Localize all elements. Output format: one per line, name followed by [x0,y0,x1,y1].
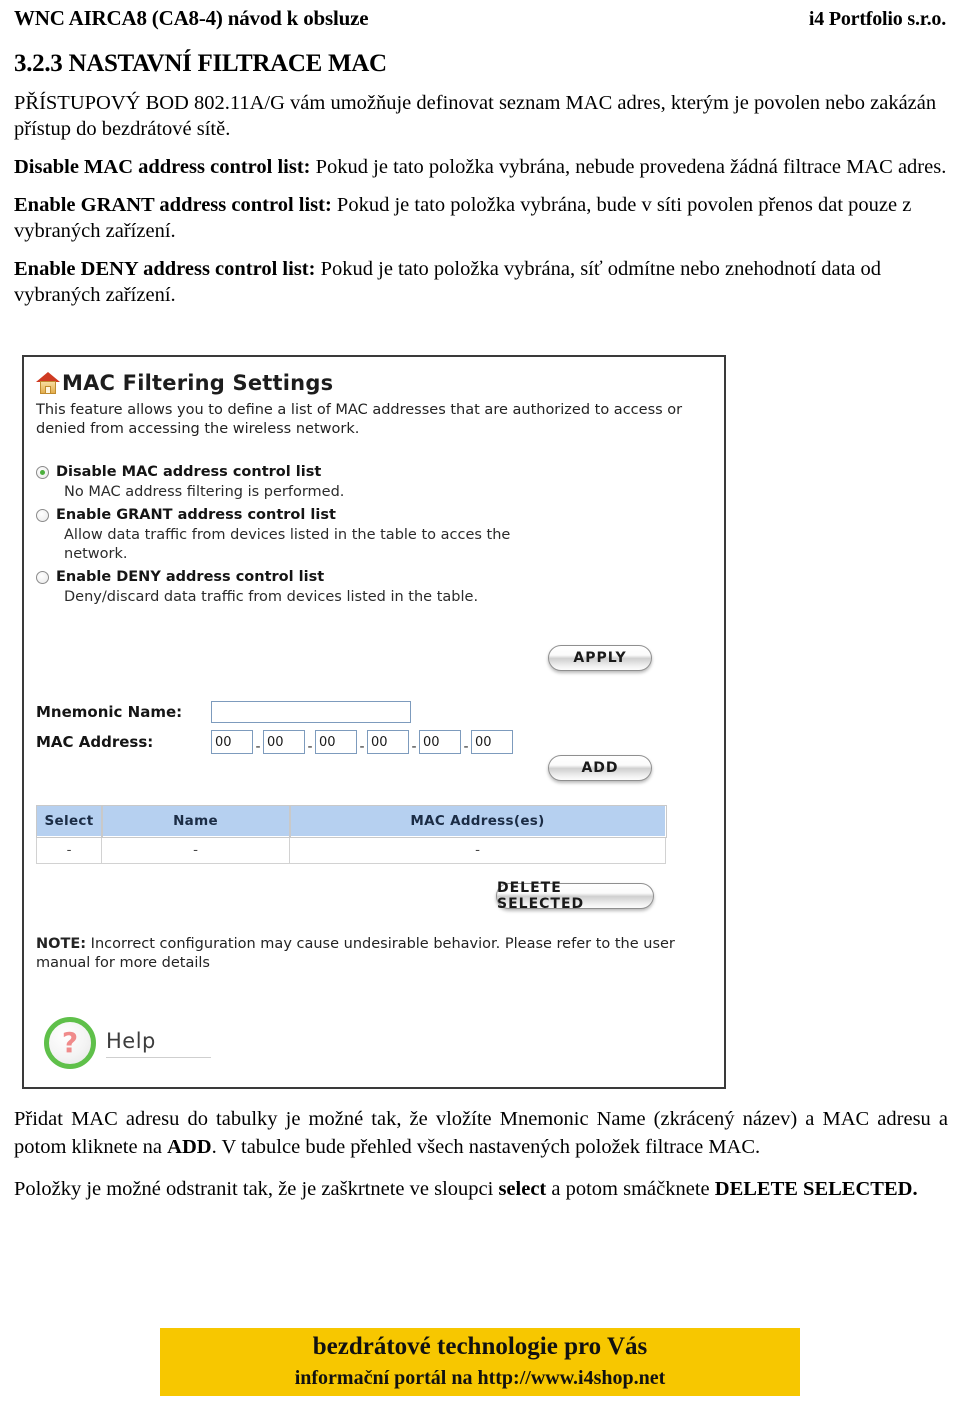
paragraph-deny: Enable DENY address control list: Pokud … [14,256,948,308]
radio-option-grant[interactable]: Enable GRANT address control list [36,506,556,525]
radio-option-deny[interactable]: Enable DENY address control list [36,568,556,587]
mac-separator-2: - [307,739,313,755]
paragraph-grant: Enable GRANT address control list: Pokud… [14,192,948,244]
intro-paragraph: PŘÍSTUPOVÝ BOD 802.11A/G vám umožňuje de… [14,92,937,140]
delete-selected-button[interactable]: DELETE SELECTED [496,880,654,912]
radio-deny-help: Deny/discard data traffic from devices l… [64,589,479,605]
help-label: Help [106,1029,211,1058]
closing-paragraph-1: Přidat MAC adresu do tabulky je možné ta… [14,1105,948,1161]
mac-octet-group: 00 - 00 - 00 - 00 - 00 - 00 [211,730,513,755]
note-rest: Incorrect configuration may cause undesi… [36,936,675,971]
mac-separator-1: - [255,739,261,755]
radio-disable-icon[interactable] [36,466,49,479]
apply-button[interactable]: APPLY [548,645,652,671]
closing-p2-a: Položky je možné odstranit tak, že je za… [14,1178,499,1200]
question-mark-icon[interactable]: ? [44,1017,96,1069]
cell-select[interactable]: - [36,836,102,864]
mac-separator-3: - [359,739,365,755]
panel-title: MAC Filtering Settings [36,371,333,395]
paragraph-grant-lead: Enable GRANT address control list: [14,194,332,216]
mac-octet-6[interactable]: 00 [471,730,513,754]
mac-separator-4: - [411,739,417,755]
mac-entry-form: Mnemonic Name: MAC Address: 00 - 00 - 00… [36,697,513,757]
table-header-row: Select Name MAC Address(es) [35,804,667,838]
header-title-right: i4 Portfolio s.r.o. [808,8,946,30]
note-lead: NOTE: [36,936,87,952]
mac-octet-1[interactable]: 00 [211,730,253,754]
cell-mac: - [289,836,666,864]
closing-p2-select: select [498,1178,547,1200]
column-header-name: Name [100,804,291,838]
mnemonic-name-input[interactable] [211,701,411,723]
closing-p2-delete: DELETE SELECTED. [714,1178,918,1200]
note-text: NOTE: Incorrect configuration may cause … [36,935,712,973]
house-icon [36,371,60,395]
add-button[interactable]: ADD [548,755,652,781]
radio-disable-label: Disable MAC address control list [56,464,322,480]
mnemonic-name-row: Mnemonic Name: [36,697,513,727]
mac-address-row: MAC Address: 00 - 00 - 00 - 00 - 00 - 00 [36,727,513,757]
mac-octet-2[interactable]: 00 [263,730,305,754]
table-row: - - - [36,836,666,864]
radio-option-disable[interactable]: Disable MAC address control list [36,463,556,482]
closing-p2-c: a potom smáčknete [546,1178,715,1200]
radio-grant-icon[interactable] [36,509,49,522]
paragraph-deny-lead: Enable DENY address control list: [14,258,316,280]
help-link[interactable]: ? Help [44,1017,211,1069]
paragraph-disable: Disable MAC address control list: Pokud … [14,154,948,180]
footer-url: informační portál na http://www.i4shop.n… [294,1367,666,1389]
page-title: 3.2.3 NASTAVNÍ FILTRACE MAC [14,50,387,77]
paragraph-disable-lead: Disable MAC address control list: [14,156,311,178]
closing-p1-add: ADD [167,1136,212,1158]
radio-grant-label: Enable GRANT address control list [56,507,336,523]
document-header: WNC AIRCA8 (CA8-4) návod k obsluze i4 Po… [14,6,946,31]
footer-banner: bezdrátové technologie pro Vás informačn… [160,1328,800,1396]
filter-mode-radio-group: Disable MAC address control list No MAC … [36,463,556,611]
mac-octet-4[interactable]: 00 [367,730,409,754]
document-body-bottom: Přidat MAC adresu do tabulky je možné ta… [14,1105,948,1217]
mac-octet-3[interactable]: 00 [315,730,357,754]
mac-address-label: MAC Address: [36,733,154,751]
cell-name: - [101,836,290,864]
closing-p1-c: . V tabulce bude přehled všech nastavený… [211,1136,761,1158]
footer-tagline: bezdrátové technologie pro Vás [312,1333,648,1360]
radio-disable-help: No MAC address filtering is performed. [64,484,345,500]
panel-description: This feature allows you to define a list… [36,402,683,437]
embedded-screenshot: MAC Filtering Settings This feature allo… [22,355,726,1089]
column-header-select: Select [35,804,103,838]
closing-paragraph-2: Položky je možné odstranit tak, že je za… [14,1175,948,1203]
mac-separator-5: - [463,739,469,755]
document-body-top: 3.2.3 NASTAVNÍ FILTRACE MAC PŘÍSTUPOVÝ B… [14,50,948,320]
radio-grant-help: Allow data traffic from devices listed i… [64,527,511,562]
radio-deny-icon[interactable] [36,571,49,584]
header-title-left: WNC AIRCA8 (CA8-4) návod k obsluze [14,6,369,30]
panel-title-label: MAC Filtering Settings [62,371,334,395]
mac-octet-5[interactable]: 00 [419,730,461,754]
radio-deny-label: Enable DENY address control list [56,569,325,585]
mnemonic-name-label: Mnemonic Name: [36,703,183,721]
column-header-mac: MAC Address(es) [288,804,667,838]
mac-filter-table: Select Name MAC Address(es) - - - [35,804,667,864]
paragraph-disable-text: Pokud je tato položka vybrána, nebude pr… [310,156,947,178]
